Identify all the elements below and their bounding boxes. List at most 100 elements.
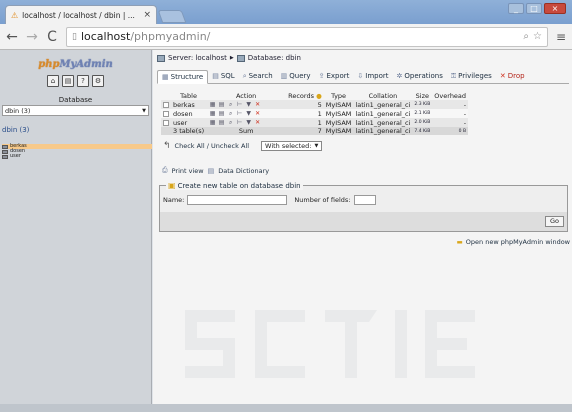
menu-icon[interactable]: ≡ — [556, 30, 566, 44]
browse-icon[interactable]: ▦ — [208, 101, 217, 108]
database-icon — [236, 54, 245, 62]
table-row: user ▦ ▤ ⌕ ⊢ ▼ ✕ 1 MyISAM latin1_general_ci 2… — [161, 118, 469, 127]
open-new-window-link[interactable]: Open new phpMyAdmin window — [466, 238, 570, 246]
records-value: 1 — [286, 118, 324, 127]
phpmyadmin-logo[interactable]: phpMyAdmin — [0, 59, 151, 70]
database-structure-table: Table Action Records ● Type Collation Si… — [161, 92, 469, 135]
tab-search[interactable]: ⌕ Search — [239, 69, 277, 83]
home-icon[interactable]: ⌂ — [47, 75, 59, 87]
col-table[interactable]: Table — [171, 92, 206, 100]
collation-value: latin1_general_ci — [353, 109, 413, 118]
row-checkbox[interactable] — [163, 101, 169, 108]
tab-drop[interactable]: ✕ Drop — [496, 69, 529, 83]
structure-icon[interactable]: ▤ — [217, 119, 226, 126]
chevron-down-icon: ▼ — [142, 107, 146, 114]
empty-icon[interactable]: ▼ — [244, 119, 253, 126]
help-icon[interactable]: ● — [316, 92, 322, 100]
search-icon[interactable]: ⌕ — [226, 110, 235, 118]
address-bar[interactable]: ▯ localhost/phpmyadmin/ ⌕ ☆ — [66, 26, 548, 47]
dictionary-icon: ▤ — [207, 166, 215, 175]
database-link[interactable]: dbin (3) — [2, 126, 151, 134]
size-value[interactable]: 2.1 KiB — [412, 109, 433, 118]
table-name-input[interactable] — [187, 195, 288, 205]
browser-tab[interactable]: ⚠ localhost / localhost / dbin | ... × — [5, 5, 157, 24]
check-all-link[interactable]: Check All / Uncheck All — [175, 142, 249, 150]
col-size[interactable]: Size — [412, 92, 432, 100]
bookmark-star-icon[interactable]: ☆ — [533, 31, 542, 42]
create-table-legend: ▣ Create new table on database dbin — [166, 181, 303, 190]
table-header-row: Table Action Records ● Type Collation Si… — [161, 92, 468, 100]
table-name[interactable]: dosen — [171, 109, 207, 118]
row-checkbox[interactable] — [163, 110, 169, 117]
query-icon: ▥ — [280, 72, 288, 80]
new-tab-button[interactable] — [157, 10, 187, 23]
tab-structure[interactable]: ▦ Structure — [157, 70, 209, 84]
tab-import[interactable]: ⇩ Import — [353, 69, 392, 83]
col-type[interactable]: Type — [324, 92, 354, 100]
footer-size: 7.4 KiB — [412, 127, 433, 135]
url-host: localhost — [80, 30, 131, 43]
database-select[interactable]: dbin (3) ▼ — [2, 105, 149, 116]
new-table-icon: ▣ — [168, 181, 176, 190]
structure-icon[interactable]: ▤ — [217, 101, 226, 108]
drop-icon[interactable]: ✕ — [253, 110, 262, 117]
tab-export[interactable]: ⇪ Export — [315, 69, 354, 83]
tab-close-icon[interactable]: × — [143, 10, 151, 20]
minimize-button[interactable]: _ — [508, 3, 524, 14]
print-view-link[interactable]: Print view — [172, 167, 204, 175]
col-records[interactable]: Records ● — [286, 92, 324, 100]
browse-icon[interactable]: ▦ — [208, 119, 217, 126]
reload-icon[interactable]: C — [46, 29, 58, 45]
go-button[interactable]: Go — [544, 216, 564, 227]
back-arrow-icon[interactable]: ← — [6, 29, 18, 45]
forward-arrow-icon[interactable]: → — [26, 29, 38, 45]
maximize-button[interactable]: □ — [526, 3, 542, 14]
drop-icon[interactable]: ✕ — [253, 119, 262, 126]
table-name[interactable]: berkas — [171, 100, 207, 109]
chevron-down-icon: ▼ — [314, 143, 319, 149]
main-content: Server: localhost ▶ Database: dbin ▦ Stru… — [153, 50, 572, 412]
tab-query[interactable]: ▥ Query — [277, 69, 315, 83]
close-window-button[interactable]: × — [544, 3, 566, 14]
size-value[interactable]: 2.3 KiB — [412, 100, 433, 109]
data-dictionary-link[interactable]: Data Dictionary — [218, 167, 269, 175]
browse-icon[interactable]: ▦ — [208, 110, 217, 117]
insert-icon[interactable]: ⊢ — [235, 101, 244, 108]
breadcrumb-database[interactable]: Database: dbin — [248, 54, 301, 62]
structure-icon[interactable]: ▤ — [217, 110, 226, 117]
tab-operations[interactable]: ✲ Operations — [392, 69, 446, 83]
zoom-icon[interactable]: ⌕ — [523, 31, 529, 42]
settings-icon[interactable]: ⚙ — [92, 75, 104, 87]
page-icon: ▯ — [72, 31, 77, 42]
table-name[interactable]: user — [171, 118, 207, 127]
open-new-window: ▬ Open new phpMyAdmin window — [457, 238, 570, 246]
col-collation[interactable]: Collation — [353, 92, 412, 100]
insert-icon[interactable]: ⊢ — [235, 110, 244, 117]
records-value: 5 — [286, 100, 324, 109]
col-action: Action — [235, 92, 257, 100]
empty-icon[interactable]: ▼ — [244, 110, 253, 117]
collation-value: latin1_general_ci — [353, 100, 413, 109]
footer-records: 7 — [286, 127, 324, 135]
url-path: /phpmyadmin/ — [130, 30, 211, 43]
print-icon: ⎙ — [162, 166, 168, 174]
tab-privileges[interactable]: ⚿ Privileges — [447, 69, 496, 83]
col-overhead[interactable]: Overhead — [432, 92, 468, 100]
row-checkbox[interactable] — [163, 119, 169, 126]
insert-icon[interactable]: ⊢ — [235, 119, 244, 126]
drop-icon[interactable]: ✕ — [253, 101, 262, 108]
search-icon[interactable]: ⌕ — [226, 119, 235, 127]
with-selected-select[interactable]: With selected: ▼ — [261, 141, 323, 151]
sidebar-table-user[interactable]: user — [2, 154, 152, 159]
empty-icon[interactable]: ▼ — [244, 101, 253, 108]
breadcrumb-server[interactable]: Server: localhost — [168, 54, 227, 62]
docs-icon[interactable]: ? — [77, 75, 89, 87]
search-icon[interactable]: ⌕ — [226, 101, 235, 109]
size-value[interactable]: 2.0 KiB — [412, 118, 433, 127]
drop-icon: ✕ — [499, 72, 506, 80]
table-row: dosen ▦ ▤ ⌕ ⊢ ▼ ✕ 1 MyISAM latin1_general_ci … — [161, 109, 469, 118]
number-of-fields-input[interactable] — [353, 195, 376, 205]
tab-sql[interactable]: ▤ SQL — [208, 69, 238, 83]
tab-title: localhost / localhost / dbin | ... — [22, 10, 135, 20]
query-window-icon[interactable]: ▤ — [62, 75, 74, 87]
